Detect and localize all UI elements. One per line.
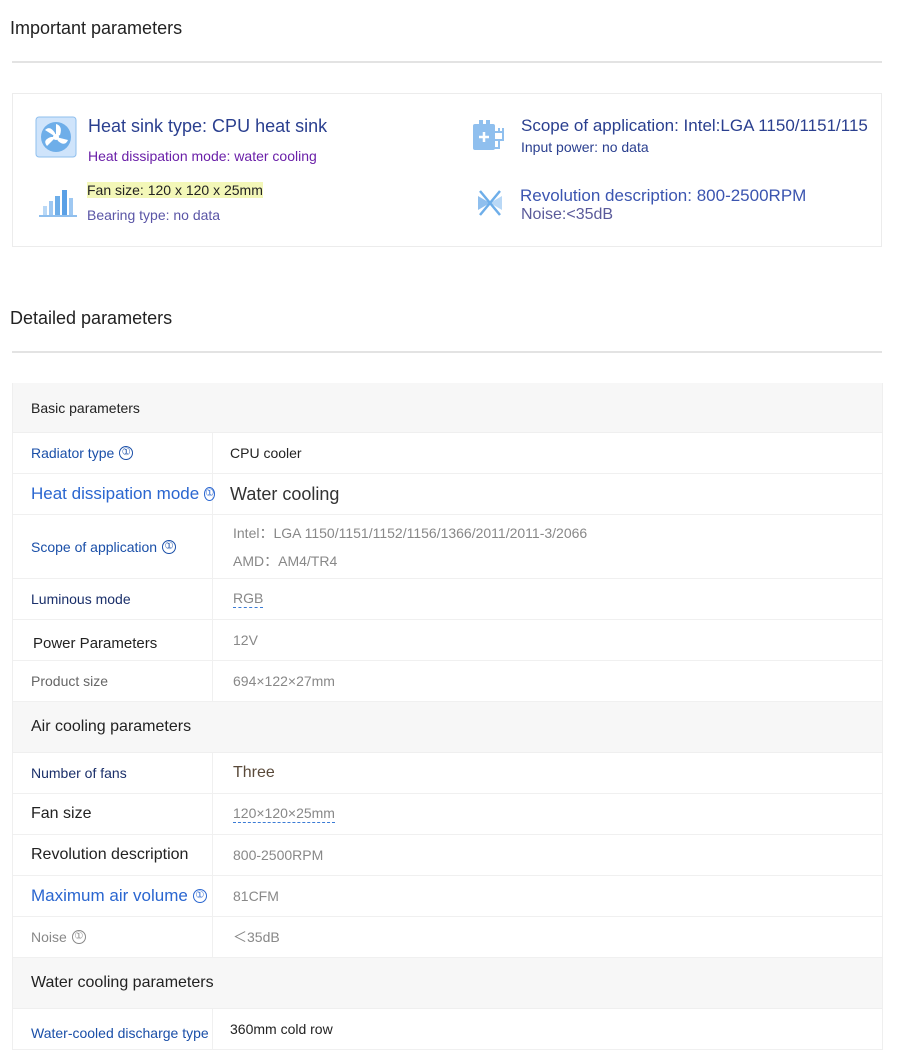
row-value: RGB: [213, 579, 882, 619]
row-value: 81CFM: [233, 888, 279, 904]
revolution-description-text: Revolution description: 800-2500RPM: [520, 186, 807, 205]
table-row: Power Parameters 12V: [13, 620, 882, 661]
row-label: Luminous mode: [13, 579, 213, 619]
row-label: Fan size: [13, 794, 213, 834]
row-label-text: Maximum air volume: [31, 886, 188, 905]
fan-size-text: Fan size: 120 x 120 x 25mm: [87, 182, 263, 198]
scope-of-application-text: Scope of application: Intel:LGA 1150/115…: [521, 116, 868, 135]
row-label-text: Radiator type: [31, 445, 115, 461]
scope-amd-line: AMD：AM4/TR4: [233, 552, 338, 569]
row-label: Water-cooled discharge type: [13, 1009, 213, 1049]
table-row: Maximum air volume ① 81CFM: [13, 876, 882, 917]
fan-icon: [35, 116, 77, 163]
detailed-divider: [12, 351, 882, 353]
bearing-type-text: Bearing type: no data: [87, 207, 221, 223]
row-label: Number of fans: [13, 753, 213, 793]
row-label-text: Heat dissipation mode: [31, 484, 200, 503]
row-value: 12V: [233, 632, 258, 648]
row-label: Heat dissipation mode ①: [13, 474, 216, 514]
info-icon[interactable]: ①: [162, 539, 177, 554]
table-row: Radiator type ① CPU cooler: [13, 433, 882, 474]
row-label: Revolution description: [13, 835, 213, 875]
row-value: 694×122×27mm: [233, 673, 335, 689]
info-icon[interactable]: ①: [119, 446, 134, 460]
row-label-text: Scope of application: [31, 538, 158, 555]
row-value: Water cooling: [230, 484, 340, 504]
table-row: Luminous mode RGB: [13, 579, 882, 620]
table-row: Number of fans Three: [13, 753, 882, 794]
row-label: Scope of application ①: [13, 515, 213, 578]
table-row: Heat dissipation mode ① Water cooling: [13, 474, 882, 515]
row-value: CPU cooler: [230, 445, 302, 461]
row-label: Power Parameters: [13, 620, 213, 660]
row-value: ＜35dB: [233, 929, 280, 945]
row-label: Noise ①: [13, 917, 213, 957]
row-value: 360mm cold row: [230, 1021, 333, 1037]
row-label: Maximum air volume ①: [13, 876, 213, 916]
table-row: Fan size 120×120×25mm: [13, 794, 882, 835]
heat-dissipation-mode-text: Heat dissipation mode: water cooling: [88, 148, 317, 164]
group-header-basic: Basic parameters: [13, 383, 882, 433]
row-label-text: Noise: [31, 929, 67, 945]
table-row: Noise ① ＜35dB: [13, 917, 882, 958]
power-icon: [471, 118, 509, 161]
row-label: Radiator type ①: [13, 433, 213, 473]
important-params-title: Important parameters: [10, 18, 183, 38]
scope-intel-line: Intel：LGA 1150/1151/1152/1156/1366/2011/…: [233, 524, 588, 541]
info-icon[interactable]: ①: [71, 930, 86, 944]
table-row: Product size 694×122×27mm: [13, 661, 882, 702]
important-params-panel: Heat sink type: CPU heat sink Heat dissi…: [12, 93, 882, 247]
row-value: Three: [233, 764, 275, 781]
group-header-air: Air cooling parameters: [13, 702, 882, 753]
row-value: Intel：LGA 1150/1151/1152/1156/1366/2011/…: [213, 515, 882, 578]
input-power-text: Input power: no data: [521, 139, 649, 155]
table-row: Scope of application ① Intel：LGA 1150/115…: [13, 515, 882, 579]
chart-icon: [39, 188, 77, 223]
cross-fan-icon: [475, 188, 505, 223]
noise-text: Noise:<35dB: [521, 206, 614, 223]
detailed-params-table: Basic parameters Radiator type ① CPU cool…: [12, 383, 883, 1050]
important-divider: [12, 61, 882, 63]
fan-size-value-link[interactable]: 120×120×25mm: [233, 805, 335, 823]
table-row: Revolution description 800-2500RPM: [13, 835, 882, 876]
detailed-params-title: Detailed parameters: [10, 308, 173, 328]
info-icon[interactable]: ①: [192, 889, 207, 903]
table-row: Water-cooled discharge type 360mm cold r…: [13, 1009, 882, 1050]
heat-sink-type-text: Heat sink type: CPU heat sink: [88, 116, 328, 136]
group-header-water: Water cooling parameters: [13, 958, 882, 1009]
luminous-value-link[interactable]: RGB: [233, 590, 264, 608]
row-value: 800-2500RPM: [233, 847, 324, 863]
row-label: Product size: [13, 661, 213, 701]
row-value: 120×120×25mm: [213, 794, 882, 834]
